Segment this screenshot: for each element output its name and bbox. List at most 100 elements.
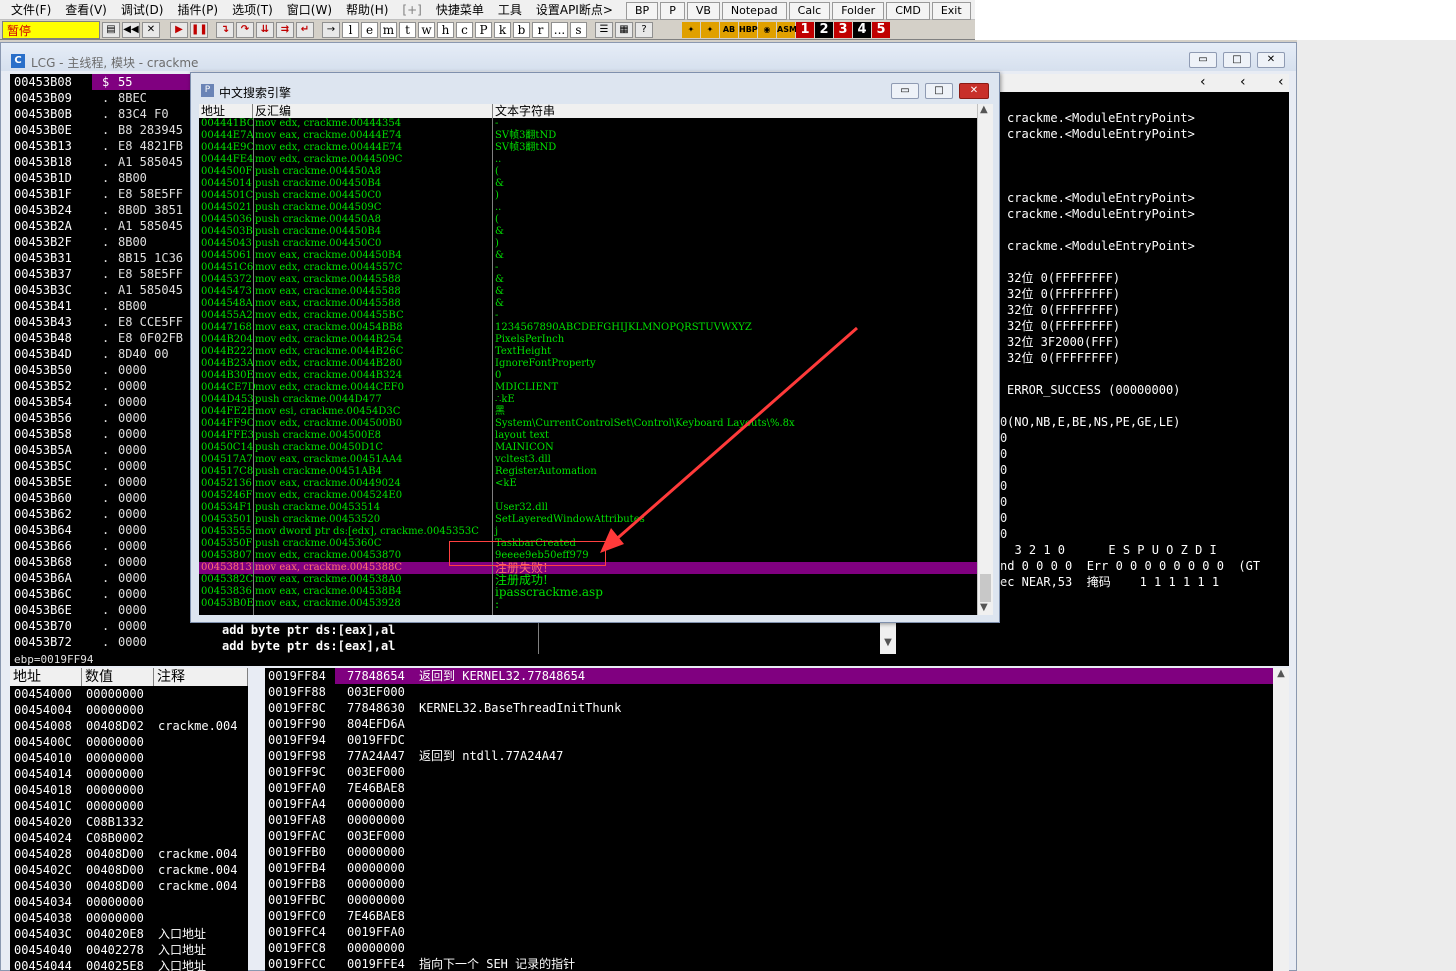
register-line[interactable]: 32位 0(FFFFFFFF) [1007, 286, 1195, 302]
dump-row[interactable]: 00454000 00000000 [14, 686, 237, 702]
result-row[interactable]: 0044FE2E mov esi, crackme.00454D3C 黑 [199, 406, 977, 418]
disasm-row[interactable]: 00453B41. 8B00 [10, 298, 196, 314]
result-row[interactable]: 00445021 push crackme.0044509C.. [199, 202, 977, 214]
disasm-row[interactable]: 00453B1D. 8B00 [10, 170, 196, 186]
dump-row[interactable]: 00454018 00000000 [14, 782, 237, 798]
disasm-row[interactable]: 00453B08 $55 [10, 74, 196, 90]
col-text[interactable]: 文本字符串 [493, 104, 977, 118]
number-button[interactable]: 4 [853, 21, 871, 38]
stack-row[interactable]: 0019FFA4 00000000 [265, 796, 1273, 812]
stack-row[interactable]: 0019FF8C 77848630 KERNEL32.BaseThreadInitT… [265, 700, 1273, 716]
result-row[interactable]: 00445043 push crackme.004450C0) [199, 238, 977, 250]
menu-item[interactable]: 快捷菜单 [429, 0, 491, 20]
result-row[interactable]: 00453836 mov eax, crackme.004538B4 ipasscr… [199, 586, 977, 598]
result-row[interactable]: 0044FF9C mov edx, crackme.004500B0 System\… [199, 418, 977, 430]
execute-till-return-icon[interactable]: ↵ [296, 21, 314, 38]
stack-row[interactable]: 0019FFAC 003EF000 [265, 828, 1273, 844]
result-row[interactable]: 004441BC mov edx, crackme.00444354 - [199, 118, 977, 130]
menu-item[interactable]: [+] [395, 0, 428, 20]
window-letter-button[interactable]: r [532, 21, 549, 38]
dump-row[interactable]: 00454014 00000000 [14, 766, 237, 782]
result-row[interactable]: 0045246F mov edx, crackme.004524E0 [199, 490, 977, 502]
stack-row[interactable]: 0019FFC4 0019FFA0 [265, 924, 1273, 940]
flag-value[interactable]: 0 [1000, 526, 1007, 542]
disasm-row[interactable]: 00453B3C. A1 585045 [10, 282, 196, 298]
dump-row[interactable]: 00454010 00000000 [14, 750, 237, 766]
register-line[interactable] [1007, 158, 1195, 174]
window-letter-button[interactable]: l [342, 21, 359, 38]
register-line[interactable]: crackme.<ModuleEntryPoint> [1007, 110, 1195, 126]
hbp-icon[interactable]: HBP [739, 21, 758, 38]
stack-row[interactable]: 0019FFA8 00000000 [265, 812, 1273, 828]
dump-header-value[interactable]: 数值 [82, 668, 154, 686]
dump-row[interactable]: 00454028 00408D00 crackme.004 [14, 846, 237, 862]
result-row[interactable]: 0044548A mov eax, crackme.00445588 & [199, 298, 977, 310]
menu-item[interactable]: 工具 [491, 0, 529, 20]
window-letter-button[interactable]: e [361, 21, 378, 38]
register-line[interactable]: crackme.<ModuleEntryPoint> [1007, 206, 1195, 222]
disasm-row[interactable]: 00453B4D. 8D40 00 [10, 346, 196, 362]
disasm-row[interactable]: 00453B31. 8B15 1C36 [10, 250, 196, 266]
result-row[interactable]: 00444FE4 mov edx, crackme.0044509C.. [199, 154, 977, 166]
dump-row[interactable]: 0045402C 00408D00 crackme.004 [14, 862, 237, 878]
flag-value[interactable]: 0 [1000, 462, 1007, 478]
stack-row[interactable]: 0019FFA0 7E46BAE8 [265, 780, 1273, 796]
result-row[interactable]: 00453555 mov dword ptr ds:[edx], crackme.… [199, 526, 977, 538]
trace-over-icon[interactable]: ⇉ [276, 21, 294, 38]
disasm-row[interactable]: 00453B56. 0000 [10, 410, 196, 426]
dialog-maximize-button[interactable]: □ [925, 83, 953, 99]
menu-item[interactable]: 窗口(W) [280, 0, 339, 20]
results-scrollbar[interactable]: ▲ ▼ [977, 104, 993, 615]
disasm-row[interactable]: 00453B24. 8B0D 3851 [10, 202, 196, 218]
menu-item[interactable]: 文件(F) [4, 0, 58, 20]
disasm-row[interactable]: 00453B2A. A1 585045 [10, 218, 196, 234]
collapse-left-icon[interactable]: ‹ [1200, 74, 1206, 90]
flag-value[interactable]: 0 [1000, 446, 1007, 462]
dump-row[interactable]: 0045401C 00000000 [14, 798, 237, 814]
disasm-row[interactable]: 00453B18. A1 585045 [10, 154, 196, 170]
result-row[interactable]: 004517A7 mov eax, crackme.00451AA4 vcltest… [199, 454, 977, 466]
disasm-row[interactable]: 00453B52. 0000 [10, 378, 196, 394]
menu-item[interactable]: 查看(V) [58, 0, 114, 20]
result-row[interactable]: 00447168 mov eax, crackme.00454BB8 1234567… [199, 322, 977, 334]
result-row[interactable]: 00452136 mov eax, crackme.00449024 <kE [199, 478, 977, 490]
minimize-button[interactable]: ▭ [1189, 52, 1217, 68]
dump-row[interactable]: 00454020 C08B1332 [14, 814, 237, 830]
window-letter-button[interactable]: k [494, 21, 511, 38]
disasm-row[interactable]: 00453B1F. E8 58E5FF [10, 186, 196, 202]
menu-item[interactable]: 设置API断点> [529, 0, 620, 20]
plugin-button[interactable]: CMD [886, 2, 930, 20]
stack-row[interactable]: 0019FF94 0019FFDC [265, 732, 1273, 748]
menu-item[interactable]: 调试(D) [114, 0, 171, 20]
result-row[interactable]: 00453B0E mov eax, crackme.00453928: [199, 598, 977, 610]
disasm-row[interactable]: 00453B5A. 0000 [10, 442, 196, 458]
number-button[interactable]: 3 [834, 21, 852, 38]
trace-into-icon[interactable]: ⇊ [256, 21, 274, 38]
stack-row[interactable]: 0019FF98 77A24A47 返回到 ntdll.77A24A47 [265, 748, 1273, 764]
flag-value[interactable]: 0 [1000, 414, 1007, 430]
register-line[interactable]: 32位 0(FFFFFFFF) [1007, 302, 1195, 318]
window-letter-button[interactable]: m [380, 21, 397, 38]
asm-icon[interactable]: ASM [777, 21, 797, 38]
window-letter-button[interactable]: c [456, 21, 473, 38]
result-row[interactable]: 00445061 mov eax, crackme.004450B4 & [199, 250, 977, 262]
menu-item[interactable]: 插件(P) [170, 0, 225, 20]
flag-value[interactable]: 0 [1000, 494, 1007, 510]
disasm-row[interactable]: 00453B6E. 0000 [10, 602, 196, 618]
result-row[interactable]: 00445372 mov eax, crackme.00445588 & [199, 274, 977, 286]
disasm-instruction[interactable]: add byte ptr ds:[eax],al [222, 622, 395, 638]
stack-row[interactable]: 0019FF84 77848654 返回到 KERNEL32.77848654 [265, 668, 1273, 684]
stack-row[interactable]: 0019FFBC 00000000 [265, 892, 1273, 908]
result-row[interactable]: 004455A2 mov edx, crackme.004455BC - [199, 310, 977, 322]
result-row[interactable]: 0044501C push crackme.004450C0) [199, 190, 977, 202]
disasm-row[interactable]: 00453B70. 0000 [10, 618, 196, 634]
dump-row[interactable]: 00454030 00408D00 crackme.004 [14, 878, 237, 894]
restart-icon[interactable]: ◀◀ [122, 21, 140, 38]
disasm-row[interactable]: 00453B5E. 0000 [10, 474, 196, 490]
disasm-row[interactable]: 00453B58. 0000 [10, 426, 196, 442]
result-row[interactable]: 00444E9C mov edx, crackme.00444E74 SV帧3翻tN… [199, 142, 977, 154]
stack-row[interactable]: 0019FF9C 003EF000 [265, 764, 1273, 780]
dump-row[interactable]: 00454024 C08B0002 [14, 830, 237, 846]
dump-row[interactable]: 00454008 00408D02 crackme.004 [14, 718, 237, 734]
step-into-icon[interactable]: ↴ [216, 21, 234, 38]
